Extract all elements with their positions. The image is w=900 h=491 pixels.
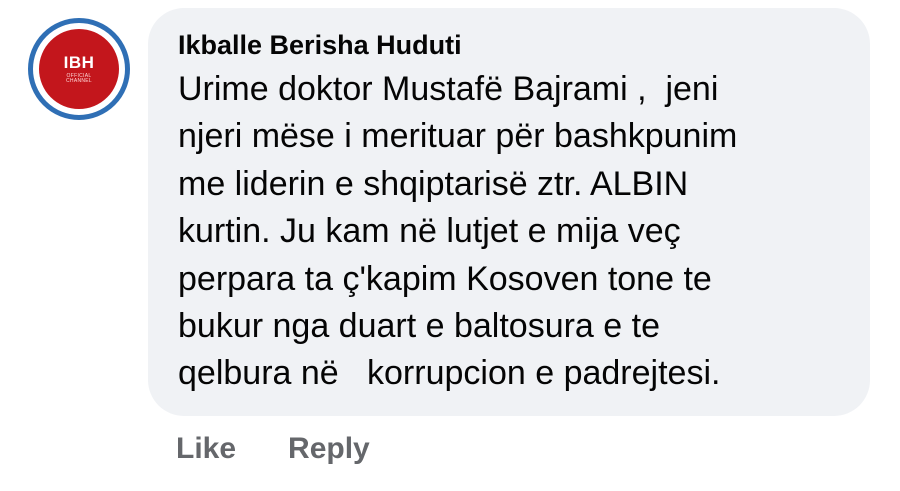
comment-line: njeri mëse i merituar për bashkpunim	[178, 117, 738, 156]
comment-line: kurtin. Ju kam në lutjet e mija veç	[178, 212, 681, 251]
comment-bubble: Ikballe Berisha Huduti Urime doktor Must…	[148, 8, 870, 416]
comment-line: bukur nga duart e baltosura e te	[178, 307, 660, 346]
ibh-logo: IBH OFFICIAL CHANNEL	[39, 29, 119, 109]
comment-line: perpara ta ç'kapim Kosoven tone te	[178, 259, 712, 298]
comment-line: Urime doktor Mustafë Bajrami , jeni	[178, 70, 719, 108]
comment-screen: IBH OFFICIAL CHANNEL Ikballe Berisha Hud…	[0, 0, 900, 491]
comment-text: Urime doktor Mustafë Bajrami , jeni njeri…	[178, 66, 840, 398]
comment-actions: Like Reply	[176, 431, 370, 467]
comment-line: me liderin e shqiptarisë ztr. ALBIN	[178, 164, 689, 203]
logo-text: IBH	[63, 52, 95, 72]
avatar[interactable]: IBH OFFICIAL CHANNEL	[28, 18, 130, 120]
reply-button[interactable]: Reply	[288, 431, 370, 467]
comment-author[interactable]: Ikballe Berisha Huduti	[178, 28, 840, 62]
comment-line: qelbura në korrupcion e padrejtesi.	[178, 354, 721, 393]
logo-subtext: OFFICIAL CHANNEL	[66, 72, 92, 84]
like-button[interactable]: Like	[176, 431, 236, 467]
